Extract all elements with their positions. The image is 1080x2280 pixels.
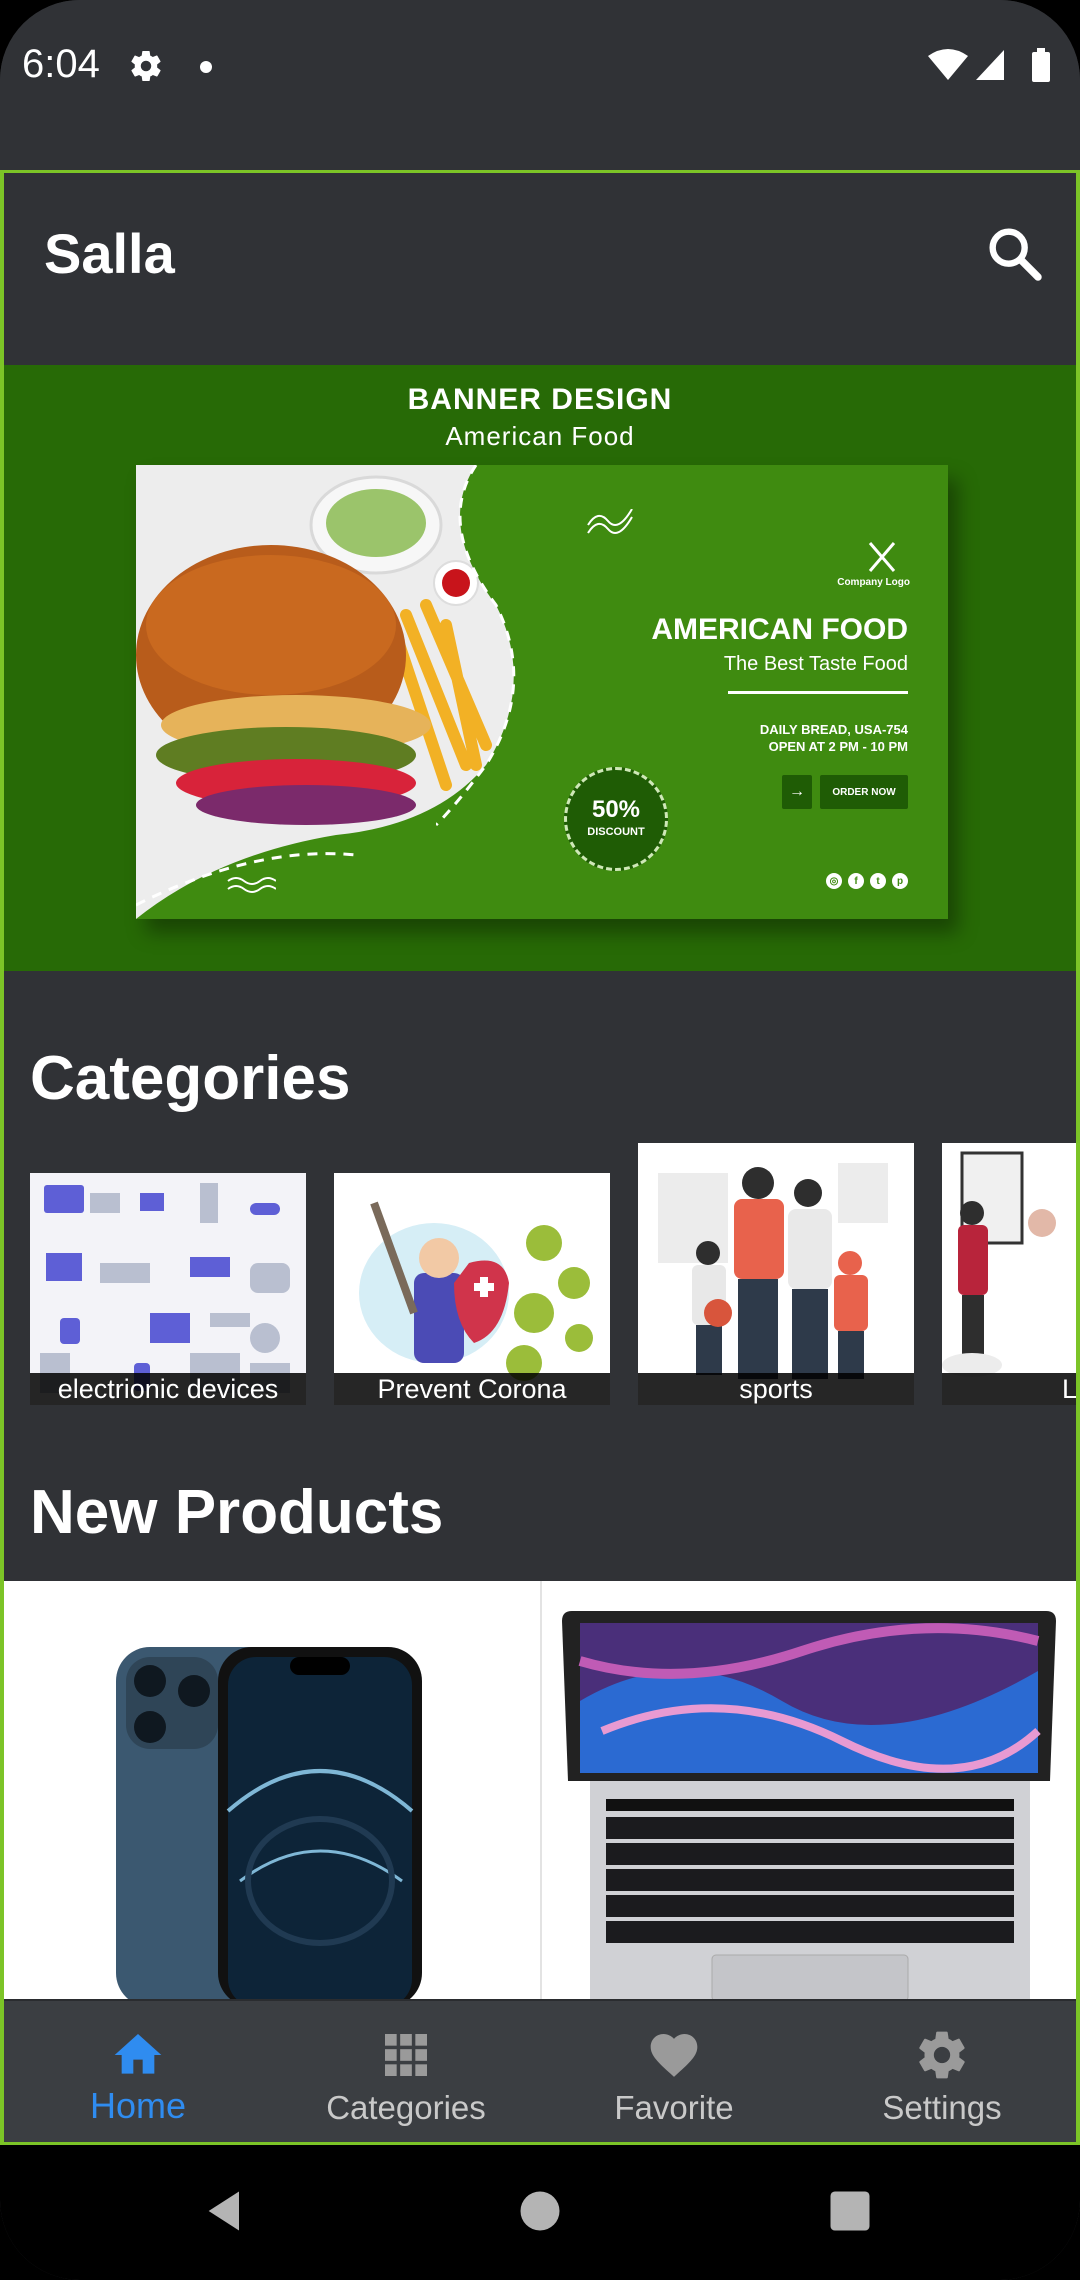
category-item-electronic-devices[interactable]: electrionic devices	[30, 1173, 306, 1405]
iphone-product-image	[4, 1581, 540, 2007]
categories-title: Categories	[30, 1044, 351, 1113]
home-button-icon[interactable]	[514, 2185, 566, 2237]
nav-label: Home	[89, 2085, 187, 2126]
company-logo-text: Company Logo	[837, 577, 910, 588]
search-icon[interactable]	[982, 221, 1046, 285]
card-divider	[728, 691, 908, 694]
nav-item-favorite[interactable]: Favorite	[540, 2001, 808, 2142]
category-label: Lig	[942, 1373, 1076, 1405]
products-grid	[4, 1581, 1076, 2007]
nav-label: Categories	[326, 2089, 486, 2126]
instagram-icon: ◎	[826, 873, 842, 889]
fork-knife-icon	[868, 542, 896, 572]
wifi-icon	[928, 49, 968, 80]
green-wave-divider	[436, 465, 516, 827]
category-image	[942, 1143, 1076, 1405]
notification-dot-icon	[200, 61, 212, 73]
status-time: 6:04	[22, 42, 100, 86]
heart-icon	[650, 2034, 698, 2077]
squiggle-decoration-icon	[587, 509, 633, 534]
prevent-corona-illustration	[334, 1173, 610, 1405]
phone-screen: 6:04 Salla BANNER DESIGN American Food C…	[0, 0, 1080, 2280]
product-card-iphone[interactable]	[4, 1581, 540, 2007]
nav-item-home[interactable]: Home	[4, 2001, 272, 2142]
new-products-title: New Products	[30, 1478, 444, 1547]
category-item-prevent-corona[interactable]: Prevent Corona	[334, 1173, 610, 1405]
banner-card: Company Logo AMERICAN FOOD The Best Tast…	[136, 465, 948, 919]
product-card-macbook[interactable]	[542, 1581, 1076, 2002]
nav-label: Settings	[882, 2089, 1002, 2126]
discount-label: DISCOUNT	[587, 826, 645, 838]
discount-badge: 50% DISCOUNT	[564, 767, 668, 871]
recents-icon[interactable]	[824, 2185, 876, 2237]
macbook-product-image	[542, 1581, 1076, 2002]
category-label: sports	[638, 1373, 914, 1405]
card-info: DAILY BREAD, USA-754 OPEN AT 2 PM - 10 P…	[760, 721, 908, 755]
battery-icon	[1032, 52, 1050, 82]
category-image	[334, 1173, 610, 1405]
card-title: AMERICAN FOOD	[651, 613, 908, 646]
status-bar: 6:04	[0, 0, 1080, 170]
promo-banner[interactable]: BANNER DESIGN American Food Company Logo…	[4, 365, 1076, 971]
settings-notification-icon	[131, 51, 161, 82]
facebook-icon: f	[848, 873, 864, 889]
app-screen: Salla BANNER DESIGN American Food Compan…	[0, 170, 1080, 2145]
lighting-illustration	[942, 1143, 1076, 1405]
nav-item-settings[interactable]: Settings	[808, 2001, 1076, 2142]
twitter-icon: t	[870, 873, 886, 889]
category-label: electrionic devices	[30, 1373, 306, 1405]
category-item-lig[interactable]: Lig	[942, 1143, 1076, 1405]
social-icons: ◎ f t p	[826, 873, 908, 889]
categories-list[interactable]: electrionic devices Prevent Corona sport…	[30, 1143, 1076, 1423]
card-subtitle: The Best Taste Food	[723, 653, 908, 675]
electronic-devices-illustration	[30, 1173, 306, 1405]
sports-illustration	[638, 1143, 914, 1405]
app-title: Salla	[44, 222, 175, 285]
wave-decoration-icon	[227, 877, 276, 893]
company-logo: Company Logo	[837, 541, 910, 588]
category-image	[638, 1143, 914, 1405]
category-label: Prevent Corona	[334, 1373, 610, 1405]
card-address: DAILY BREAD, USA-754	[759, 722, 908, 737]
status-indicators	[928, 48, 1050, 82]
pinterest-icon: p	[892, 873, 908, 889]
category-item-sports[interactable]: sports	[638, 1143, 914, 1405]
system-navigation-bar	[0, 2145, 1080, 2280]
order-now-button: ORDER NOW	[820, 775, 908, 809]
category-image	[30, 1173, 306, 1405]
back-icon[interactable]	[200, 2185, 252, 2237]
cellular-signal-icon	[976, 50, 1004, 80]
nav-item-categories[interactable]: Categories	[272, 2001, 540, 2142]
app-bar: Salla	[4, 173, 1076, 365]
order-arrow-icon: →	[782, 775, 812, 809]
gear-icon	[919, 2031, 965, 2079]
banner-subheading: American Food	[445, 421, 635, 451]
card-hours: OPEN AT 2 PM - 10 PM	[768, 739, 908, 754]
home-icon	[114, 2034, 162, 2074]
discount-percent: 50%	[591, 796, 641, 823]
bottom-navigation: Home Categories Favorite Settings	[4, 1999, 1076, 2142]
banner-heading: BANNER DESIGN	[407, 383, 673, 416]
nav-label: Favorite	[614, 2089, 734, 2126]
grid-icon	[385, 2034, 427, 2076]
